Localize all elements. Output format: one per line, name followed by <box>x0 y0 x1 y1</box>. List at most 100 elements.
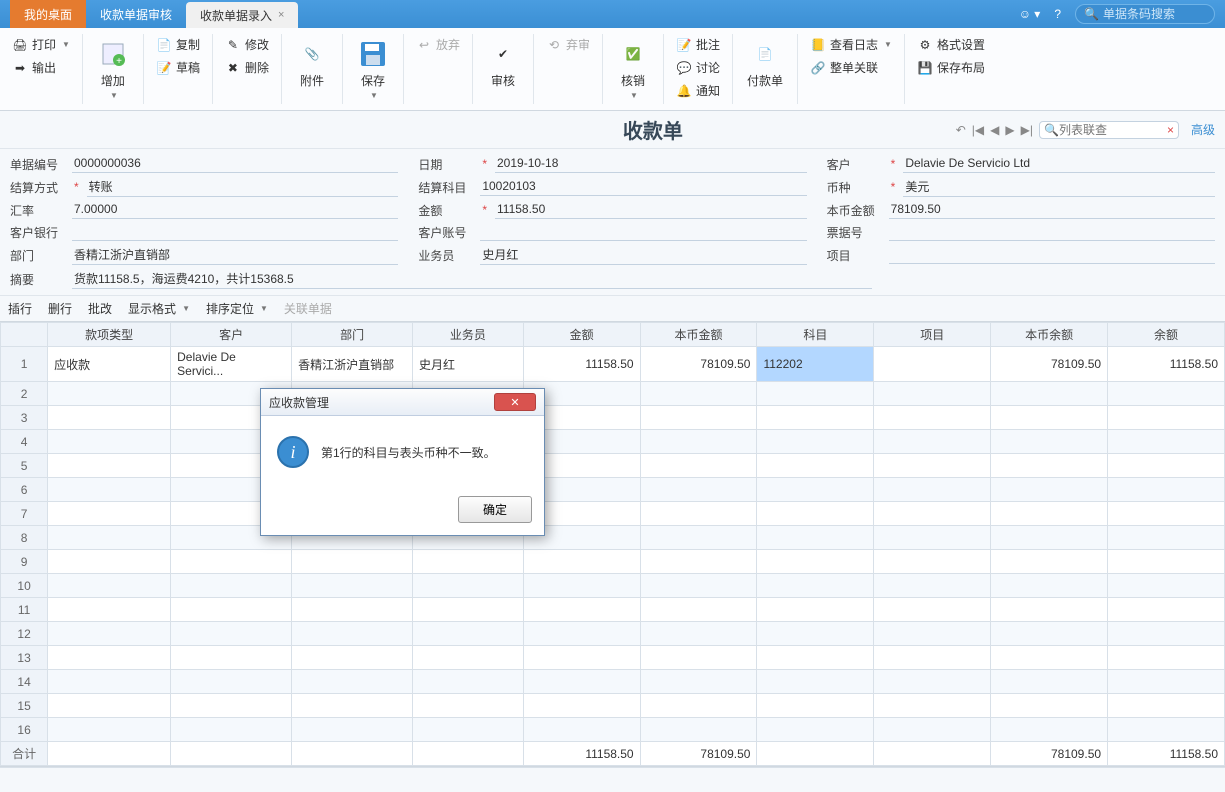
tab-audit[interactable]: 收款单据审核 <box>86 0 186 28</box>
last-icon[interactable]: ▶| <box>1021 123 1033 137</box>
notify-button[interactable]: 🔔通知 <box>672 80 724 101</box>
cell-customer[interactable]: Delavie De Servici... <box>171 347 292 382</box>
clear-icon[interactable]: × <box>1167 123 1174 137</box>
save-layout-button[interactable]: 💾保存布局 <box>913 57 989 78</box>
col-header[interactable]: 金额 <box>523 323 640 347</box>
cell-operator[interactable]: 史月红 <box>413 347 524 382</box>
table-row[interactable]: 11 <box>1 598 1225 622</box>
customer-field[interactable]: Delavie De Servicio Ltd <box>903 155 1215 173</box>
table-row[interactable]: 7 <box>1 502 1225 526</box>
table-row[interactable]: 10 <box>1 574 1225 598</box>
draft-button[interactable]: 📝草稿 <box>152 57 204 78</box>
summary-field[interactable]: 货款11158.5，海运费4210，共计15368.5 <box>72 269 872 289</box>
table-row[interactable]: 8 <box>1 526 1225 550</box>
col-header[interactable]: 本币余额 <box>991 323 1108 347</box>
table-row[interactable]: 15 <box>1 694 1225 718</box>
col-header[interactable]: 部门 <box>292 323 413 347</box>
currency-field[interactable]: 美元 <box>903 177 1215 197</box>
cell-project[interactable] <box>874 347 991 382</box>
deaudit-button[interactable]: ⟲弃审 <box>542 34 594 55</box>
print-button[interactable]: 🖨打印▼ <box>8 34 74 55</box>
col-header[interactable]: 款项类型 <box>48 323 171 347</box>
table-row[interactable]: 13 <box>1 646 1225 670</box>
list-search[interactable]: 🔍 × <box>1039 121 1179 139</box>
note-no-field[interactable] <box>889 223 1215 241</box>
tab-desktop[interactable]: 我的桌面 <box>10 0 86 28</box>
table-row[interactable]: 6 <box>1 478 1225 502</box>
cell-local-balance[interactable]: 78109.50 <box>991 347 1108 382</box>
verify-button[interactable]: ✅核销▼ <box>611 34 655 104</box>
settle-type-field[interactable]: 转账 <box>87 177 399 197</box>
col-header[interactable]: 本币金额 <box>640 323 757 347</box>
table-row[interactable]: 2 <box>1 382 1225 406</box>
table-row[interactable]: 14 <box>1 670 1225 694</box>
cust-acct-field[interactable] <box>480 223 806 241</box>
help-icon[interactable]: ? <box>1054 7 1061 21</box>
amount-field[interactable]: 11158.50 <box>495 201 807 219</box>
first-icon[interactable]: |◀ <box>972 123 984 137</box>
pay-bill-button[interactable]: 📄付款单 <box>741 34 789 93</box>
barcode-search[interactable]: 🔍 <box>1075 4 1215 24</box>
view-log-button[interactable]: 📒查看日志▼ <box>806 34 896 55</box>
list-search-input[interactable] <box>1059 123 1167 137</box>
col-header[interactable]: 项目 <box>874 323 991 347</box>
prev-icon[interactable]: ◀ <box>990 123 999 137</box>
dept-field[interactable]: 香精江浙沪直销部 <box>72 245 398 265</box>
output-button[interactable]: ➡输出 <box>8 57 74 78</box>
table-row[interactable]: 5 <box>1 454 1225 478</box>
modify-button[interactable]: ✎修改 <box>221 34 273 55</box>
insert-row-button[interactable]: 插行 <box>8 300 32 317</box>
attach-button[interactable]: 📎附件 <box>290 34 334 93</box>
cell-subject[interactable]: 112202 <box>757 347 874 382</box>
format-set-button[interactable]: ⚙格式设置 <box>913 34 989 55</box>
copy-button[interactable]: 📄复制 <box>152 34 204 55</box>
link-doc-button[interactable]: 关联单据 <box>284 300 332 317</box>
cell-dept[interactable]: 香精江浙沪直销部 <box>292 347 413 382</box>
cell-local-amount[interactable]: 78109.50 <box>640 347 757 382</box>
table-row[interactable]: 4 <box>1 430 1225 454</box>
abandon-button[interactable]: ↩放弃 <box>412 34 464 55</box>
date-field[interactable]: 2019-10-18 <box>495 155 807 173</box>
whole-link-button[interactable]: 🔗整单关联 <box>806 57 896 78</box>
delete-button[interactable]: ✖删除 <box>221 57 273 78</box>
detail-grid[interactable]: 款项类型客户部门业务员金额本币金额科目项目本币余额余额 1应收款Delavie … <box>0 322 1225 766</box>
save-button[interactable]: 保存▼ <box>351 34 395 104</box>
table-row[interactable]: 12 <box>1 622 1225 646</box>
batch-annotate-button[interactable]: 📝批注 <box>672 34 724 55</box>
table-row[interactable]: 16 <box>1 718 1225 742</box>
col-header[interactable]: 业务员 <box>413 323 524 347</box>
col-header[interactable]: 余额 <box>1108 323 1225 347</box>
dialog-close-button[interactable]: ✕ <box>494 393 536 411</box>
local-amount-field[interactable]: 78109.50 <box>889 201 1215 219</box>
sort-position-button[interactable]: 排序定位▼ <box>206 300 268 317</box>
delete-row-button[interactable]: 删行 <box>48 300 72 317</box>
tab-entry[interactable]: 收款单据录入 × <box>186 2 298 28</box>
batch-modify-button[interactable]: 批改 <box>88 300 112 317</box>
doc-no-field[interactable]: 0000000036 <box>72 155 398 173</box>
cell-balance[interactable]: 11158.50 <box>1108 347 1225 382</box>
settle-subj-field[interactable]: 10020103 <box>480 178 806 196</box>
col-header[interactable]: 客户 <box>171 323 292 347</box>
row-number: 10 <box>1 574 48 598</box>
audit-button[interactable]: ✔审核 <box>481 34 525 93</box>
project-field[interactable] <box>889 246 1215 264</box>
add-button[interactable]: + 增加▼ <box>91 34 135 104</box>
undo-icon[interactable]: ↶ <box>956 123 966 137</box>
cell-type[interactable]: 应收款 <box>48 347 171 382</box>
operator-field[interactable]: 史月红 <box>480 245 806 265</box>
discuss-button[interactable]: 💬讨论 <box>672 57 724 78</box>
next-icon[interactable]: ▶ <box>1005 123 1014 137</box>
rate-field[interactable]: 7.00000 <box>72 201 398 219</box>
table-row[interactable]: 9 <box>1 550 1225 574</box>
cell-amount[interactable]: 11158.50 <box>523 347 640 382</box>
col-header[interactable] <box>1 323 48 347</box>
dialog-ok-button[interactable]: 确定 <box>458 496 532 523</box>
advanced-link[interactable]: 高级 <box>1191 121 1215 138</box>
table-row[interactable]: 3 <box>1 406 1225 430</box>
cust-bank-field[interactable] <box>72 223 398 241</box>
close-icon[interactable]: × <box>278 9 284 21</box>
barcode-search-input[interactable] <box>1103 7 1206 21</box>
smile-icon[interactable]: ☺ ▾ <box>1019 7 1041 21</box>
display-format-button[interactable]: 显示格式▼ <box>128 300 190 317</box>
col-header[interactable]: 科目 <box>757 323 874 347</box>
